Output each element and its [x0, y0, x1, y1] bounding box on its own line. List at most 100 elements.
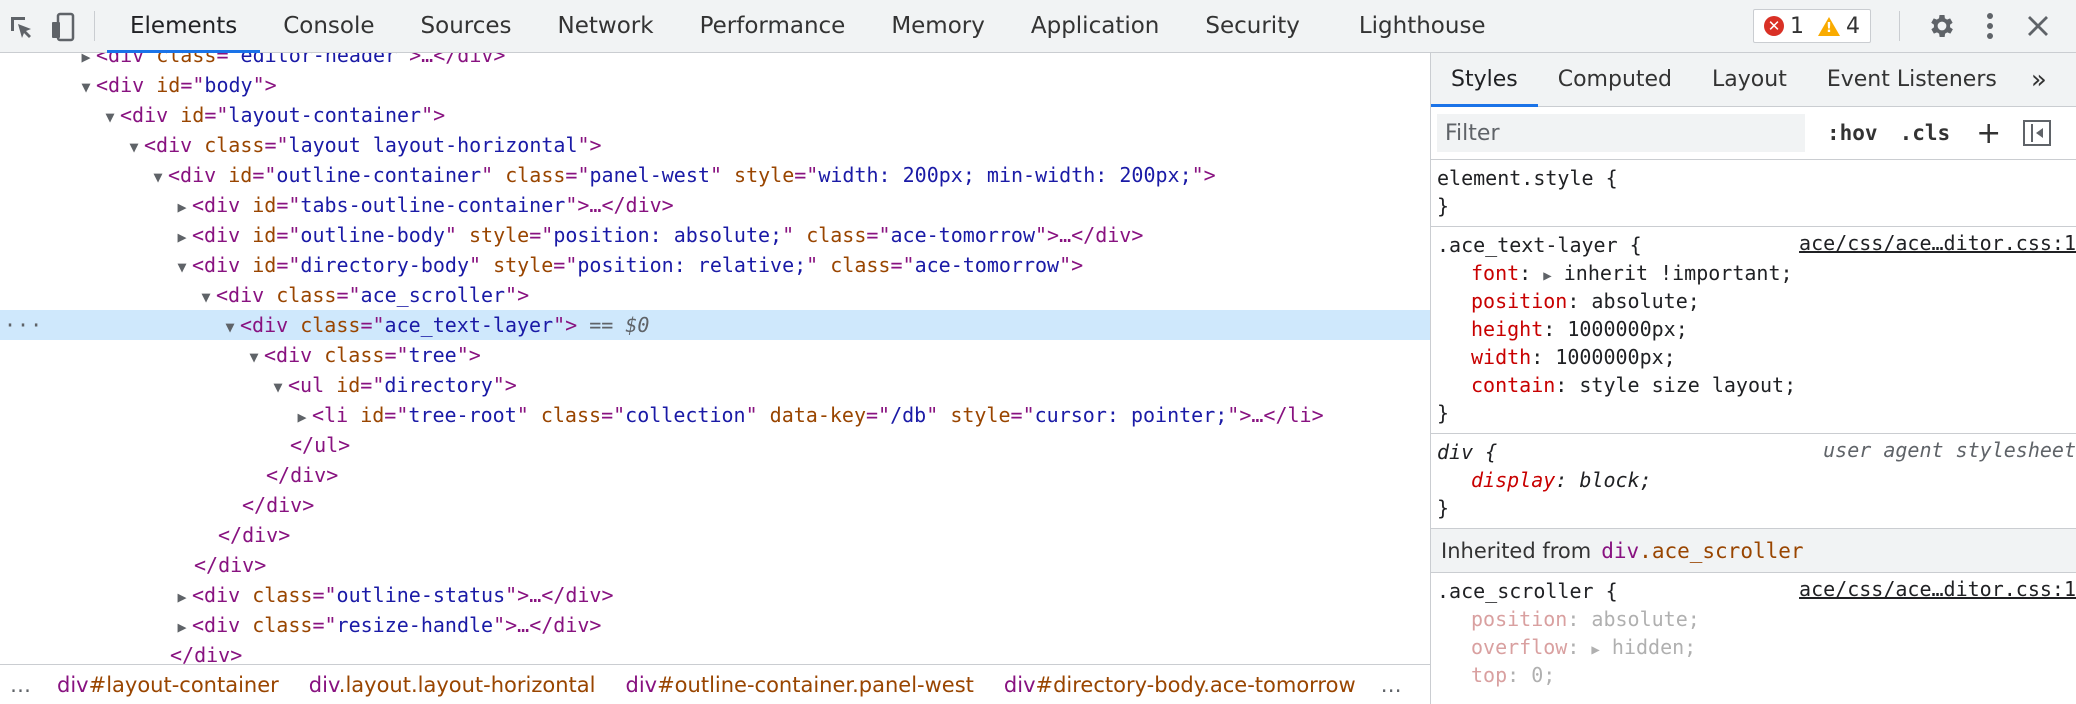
- expanded-triangle-icon[interactable]: ▼: [172, 252, 192, 282]
- collapsed-triangle-icon[interactable]: ▶: [172, 222, 192, 252]
- rule-close: }: [1437, 194, 1450, 218]
- css-property[interactable]: top: 0;: [1437, 661, 2076, 689]
- expand-triangle-icon[interactable]: ▶: [1591, 642, 1599, 658]
- dom-node[interactable]: ▶ <li id="tree-root" class="collection" d…: [0, 400, 1430, 430]
- error-icon: ✕: [1764, 16, 1784, 36]
- expanded-triangle-icon[interactable]: ▼: [100, 102, 120, 132]
- dom-node[interactable]: ▼ <ul id="directory">: [0, 370, 1430, 400]
- dom-node[interactable]: ▶ <div class="editor-header">…</div>: [0, 53, 1430, 70]
- tab-performance[interactable]: Performance: [677, 0, 869, 52]
- rule-source-label: user agent stylesheet: [1823, 438, 2076, 462]
- styles-filter-input[interactable]: [1437, 114, 1805, 152]
- tab-layout[interactable]: Layout: [1692, 53, 1807, 106]
- expanded-triangle-icon[interactable]: ▼: [268, 372, 288, 402]
- dom-closing-tag[interactable]: </ul>: [0, 430, 1430, 460]
- rule-source-link[interactable]: ace/css/ace…ditor.css:1: [1799, 231, 2076, 255]
- expanded-triangle-icon[interactable]: ▼: [148, 162, 168, 192]
- expand-triangle-icon[interactable]: ▶: [1543, 268, 1551, 284]
- dom-node[interactable]: ▶ <div class="resize-handle">…</div>: [0, 610, 1430, 640]
- tab-memory[interactable]: Memory: [868, 0, 1008, 52]
- dom-closing-tag[interactable]: </div>: [0, 640, 1430, 664]
- tab-console[interactable]: Console: [260, 0, 397, 52]
- sidebar-tabs: Styles Computed Layout Event Listeners »: [1431, 53, 2076, 107]
- dom-node[interactable]: ▼ <div id="directory-body" style="positio…: [0, 250, 1430, 280]
- breadcrumb-overflow-icon[interactable]: …: [0, 673, 42, 697]
- breadcrumb: … div#layout-container div.layout.layout…: [0, 664, 1430, 704]
- css-property[interactable]: overflow: ▶ hidden;: [1437, 633, 2076, 661]
- tab-computed[interactable]: Computed: [1538, 53, 1692, 106]
- rule-source-link[interactable]: ace/css/ace…ditor.css:1: [1799, 577, 2076, 601]
- hover-state-button[interactable]: :hov: [1827, 121, 1878, 145]
- css-property[interactable]: position: absolute;: [1437, 287, 2076, 315]
- dom-node[interactable]: ▶ <div class="outline-status">…</div>: [0, 580, 1430, 610]
- dom-node[interactable]: ▼ <div id="outline-container" class="pane…: [0, 160, 1430, 190]
- dom-node-selected[interactable]: ··· ▼ <div class="ace_text-layer"> == $0: [0, 310, 1430, 340]
- tab-event-listeners[interactable]: Event Listeners: [1807, 53, 2017, 106]
- breadcrumb-item[interactable]: div#layout-container: [42, 673, 294, 697]
- collapsed-triangle-icon[interactable]: ▶: [172, 612, 192, 642]
- more-tabs-icon[interactable]: »: [2017, 53, 2061, 106]
- css-property[interactable]: width: 1000000px;: [1437, 343, 2076, 371]
- class-toggle-button[interactable]: .cls: [1900, 121, 1951, 145]
- css-property[interactable]: position: absolute;: [1437, 605, 2076, 633]
- tab-sources[interactable]: Sources: [398, 0, 535, 52]
- collapsed-triangle-icon[interactable]: ▶: [172, 582, 192, 612]
- error-count: 1: [1790, 13, 1804, 39]
- style-rule-user-agent-div[interactable]: div { user agent stylesheet display: blo…: [1431, 434, 2076, 529]
- expanded-triangle-icon[interactable]: ▼: [196, 282, 216, 312]
- tab-security[interactable]: Security: [1182, 0, 1322, 52]
- toggle-sidebar-icon[interactable]: [2023, 120, 2052, 146]
- tab-application[interactable]: Application: [1008, 0, 1183, 52]
- expanded-triangle-icon[interactable]: ▼: [244, 342, 264, 372]
- elements-dom-tree: ▶ <div class="editor-header">…</div> ▼ <di…: [0, 53, 1430, 664]
- inspect-element-icon[interactable]: [0, 0, 42, 53]
- collapsed-triangle-icon[interactable]: ▶: [292, 402, 312, 432]
- dom-closing-tag[interactable]: </div>: [0, 550, 1430, 580]
- inherited-header: Inherited from div.ace_scroller: [1431, 529, 2076, 573]
- expanded-triangle-icon[interactable]: ▼: [124, 132, 144, 162]
- devtools-toolbar: Elements Console Sources Network Perform…: [0, 0, 2076, 53]
- dom-node[interactable]: ▼ <div id="layout-container">: [0, 100, 1430, 130]
- expanded-triangle-icon[interactable]: ▼: [220, 312, 240, 342]
- breadcrumb-overflow-icon[interactable]: …: [1371, 673, 1413, 697]
- breadcrumb-item[interactable]: div#outline-container.panel-west: [610, 673, 988, 697]
- style-rule-ace-scroller[interactable]: .ace_scroller { ace/css/ace…ditor.css:1 …: [1431, 573, 2076, 695]
- dom-closing-tag[interactable]: </div>: [0, 490, 1430, 520]
- style-rule-element[interactable]: element.style { }: [1431, 160, 2076, 227]
- tab-lighthouse[interactable]: Lighthouse: [1323, 0, 1509, 52]
- style-rule-ace-text-layer[interactable]: .ace_text-layer { ace/css/ace…ditor.css:…: [1431, 227, 2076, 434]
- dom-node[interactable]: ▼ <div class="ace_scroller">: [0, 280, 1430, 310]
- css-property[interactable]: height: 1000000px;: [1437, 315, 2076, 343]
- gear-icon[interactable]: [1922, 6, 1962, 46]
- more-options-icon[interactable]: [1970, 6, 2010, 46]
- dom-node[interactable]: ▶ <div id="outline-body" style="position:…: [0, 220, 1430, 250]
- tab-styles[interactable]: Styles: [1431, 53, 1538, 107]
- styles-filter-bar: :hov .cls +: [1431, 107, 2076, 160]
- css-property[interactable]: display: block;: [1437, 466, 2076, 494]
- dom-node[interactable]: ▼ <div id="body">: [0, 70, 1430, 100]
- dom-node[interactable]: ▼ <div class="tree">: [0, 340, 1430, 370]
- breadcrumb-item[interactable]: div#directory-body.ace-tomorrow: [989, 673, 1371, 697]
- warning-icon: !: [1818, 16, 1840, 36]
- inherited-source-link[interactable]: div.ace_scroller: [1601, 539, 1803, 563]
- rule-selector: element.style {: [1437, 166, 1618, 190]
- issues-counter[interactable]: ✕ 1 ! 4: [1753, 9, 1871, 43]
- breadcrumb-item[interactable]: div.layout.layout-horizontal: [294, 673, 611, 697]
- css-property[interactable]: contain: style size layout;: [1437, 371, 2076, 399]
- collapsed-triangle-icon[interactable]: ▶: [172, 192, 192, 222]
- dom-closing-tag[interactable]: </div>: [0, 520, 1430, 550]
- close-icon[interactable]: [2018, 6, 2058, 46]
- expanded-triangle-icon[interactable]: ▼: [76, 72, 96, 102]
- more-actions-icon[interactable]: ···: [4, 310, 43, 340]
- tab-network[interactable]: Network: [535, 0, 677, 52]
- warning-count: 4: [1846, 13, 1860, 39]
- dom-node[interactable]: ▶ <div id="tabs-outline-container">…</div…: [0, 190, 1430, 220]
- new-style-rule-button[interactable]: +: [1976, 116, 2001, 151]
- styles-sidebar: Styles Computed Layout Event Listeners »…: [1431, 53, 2076, 704]
- device-toolbar-icon[interactable]: [42, 0, 84, 53]
- dom-closing-tag[interactable]: </div>: [0, 460, 1430, 490]
- dom-node[interactable]: ▼ <div class="layout layout-horizontal">: [0, 130, 1430, 160]
- rule-close: }: [1437, 496, 1450, 520]
- tab-elements[interactable]: Elements: [107, 0, 261, 53]
- css-property[interactable]: font: ▶ inherit !important;: [1437, 259, 2076, 287]
